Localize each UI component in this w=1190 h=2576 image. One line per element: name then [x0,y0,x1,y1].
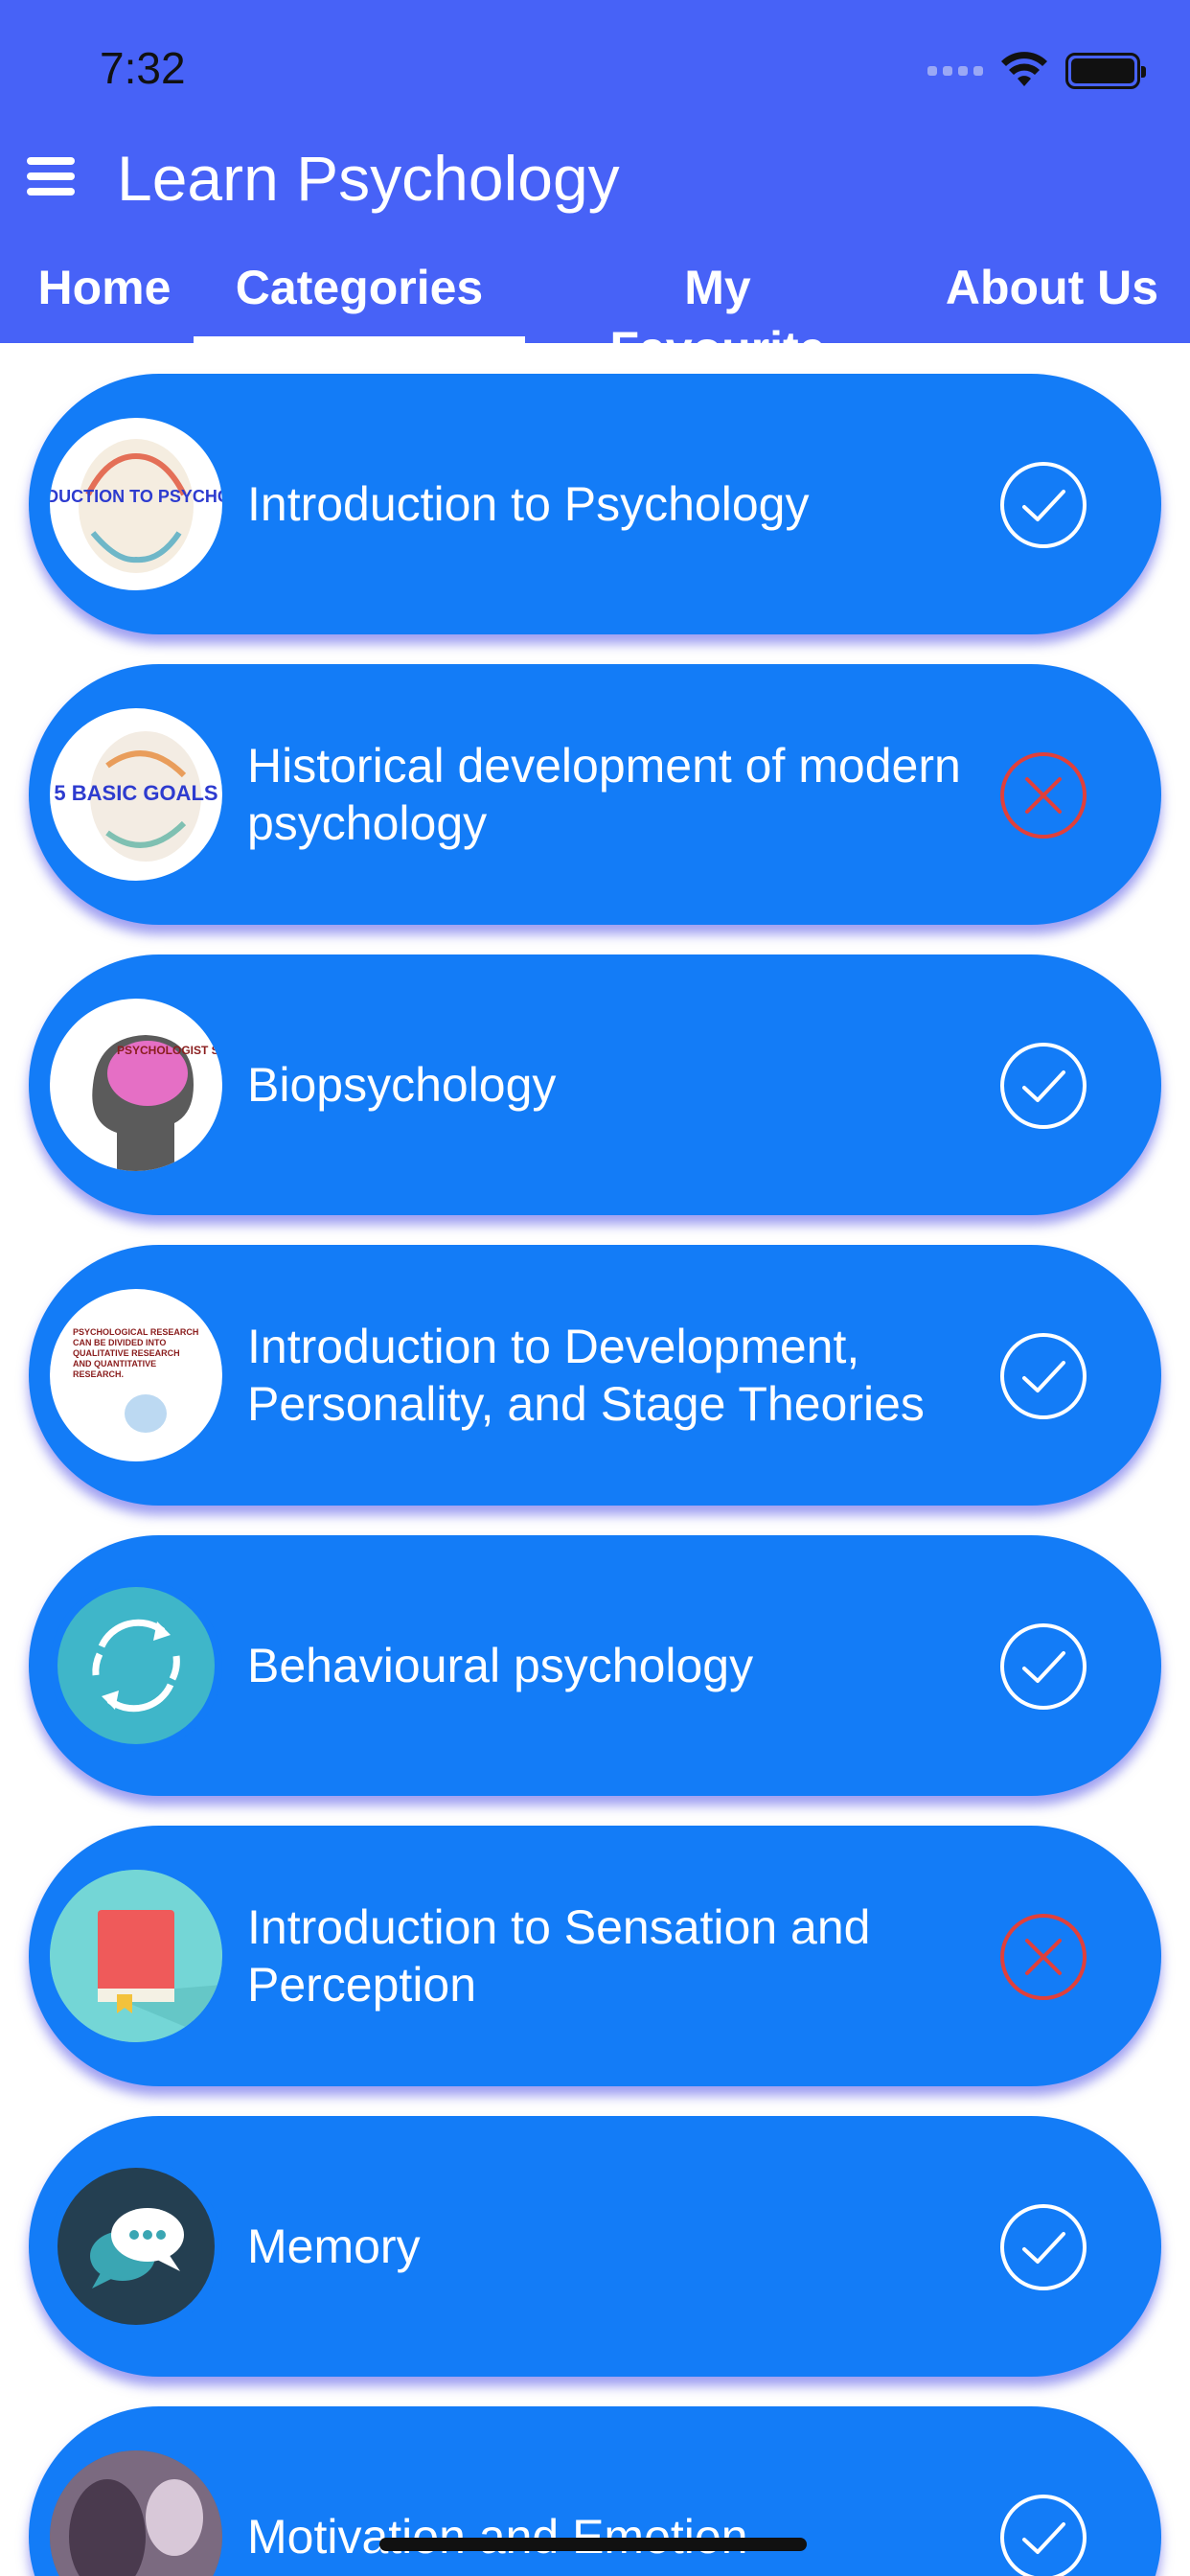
home-indicator[interactable] [379,2538,807,2551]
x-circle-icon[interactable] [998,1912,1088,2002]
category-list[interactable]: INTRODUCTION TO PSYCHOLOGY Introduction … [0,343,1190,2576]
signal-icon [927,66,983,76]
category-thumbnail: PSYCHOLOGIST SAYS [50,999,222,1171]
category-thumbnail [50,1870,222,2042]
check-circle-icon[interactable] [998,2202,1088,2292]
hamburger-menu-icon[interactable] [27,157,75,196]
category-thumbnail [50,1579,222,1752]
check-circle-icon[interactable] [998,1331,1088,1421]
photo-thumbnail-icon [50,2450,222,2576]
chat-bubbles-icon [57,2168,215,2325]
app-title: Learn Psychology [117,143,620,214]
tab-my-favourite[interactable]: My Favourite [571,257,864,376]
category-title: Historical development of modern psychol… [247,739,961,850]
check-circle-icon[interactable] [998,1041,1088,1131]
tab-home[interactable]: Home [36,257,172,343]
category-card-behavioural-psychology[interactable]: Behavioural psychology [29,1535,1161,1796]
brain-icon: 5 BASIC GOALS [54,731,218,862]
check-circle-icon[interactable] [998,460,1088,550]
wifi-icon [1001,52,1047,86]
tab-categories[interactable]: Categories [194,257,525,343]
category-title: Introduction to Development, Personality… [247,1320,925,1431]
svg-text:INTRODUCTION TO PSYCHOLOGY: INTRODUCTION TO PSYCHOLOGY [50,487,222,506]
category-title: Introduction to Psychology [247,477,810,531]
check-circle-icon[interactable] [998,2493,1088,2576]
app-header: 7:32 Learn Psychology Home Categories My… [0,0,1190,376]
category-card-sensation-perception[interactable]: Introduction to Sensation and Perception [29,1826,1161,2086]
category-card-memory[interactable]: Memory [29,2116,1161,2377]
category-title: Introduction to Sensation and Perception [247,1900,871,2012]
book-icon [50,1870,222,2042]
brain-icon: INTRODUCTION TO PSYCHOLOGY [50,439,222,573]
category-title: Behavioural psychology [247,1639,754,1692]
category-title: Memory [247,2220,421,2273]
head-profile-icon: PSYCHOLOGIST SAYS [92,1035,222,1171]
category-thumbnail: 5 BASIC GOALS [50,708,222,881]
top-tabs: Home Categories My Favourite About Us [0,257,1190,376]
status-time: 7:32 [100,43,186,93]
tab-about-us[interactable]: About Us [945,257,1159,343]
svg-text:5 BASIC GOALS: 5 BASIC GOALS [54,781,217,805]
svg-text:PSYCHOLOGIST SAYS: PSYCHOLOGIST SAYS [117,1044,222,1057]
category-card-biopsychology[interactable]: PSYCHOLOGIST SAYS Biopsychology [29,954,1161,1215]
category-thumbnail: PSYCHOLOGICAL RESEARCH CAN BE DIVIDED IN… [50,1289,222,1461]
battery-icon [1065,53,1146,89]
category-thumbnail [50,2160,222,2333]
category-thumbnail: INTRODUCTION TO PSYCHOLOGY [50,418,222,590]
category-card-development-personality[interactable]: PSYCHOLOGICAL RESEARCH CAN BE DIVIDED IN… [29,1245,1161,1506]
brain-icon: PSYCHOLOGICAL RESEARCH CAN BE DIVIDED IN… [73,1327,198,1433]
refresh-cycle-icon [57,1587,215,1744]
category-thumbnail [50,2450,222,2576]
check-circle-icon[interactable] [998,1622,1088,1712]
category-card-introduction-to-psychology[interactable]: INTRODUCTION TO PSYCHOLOGY Introduction … [29,374,1161,634]
status-icons [927,50,1146,92]
category-title: Biopsychology [247,1058,557,1112]
category-card-historical-development[interactable]: 5 BASIC GOALS Historical development of … [29,664,1161,925]
x-circle-icon[interactable] [998,750,1088,840]
